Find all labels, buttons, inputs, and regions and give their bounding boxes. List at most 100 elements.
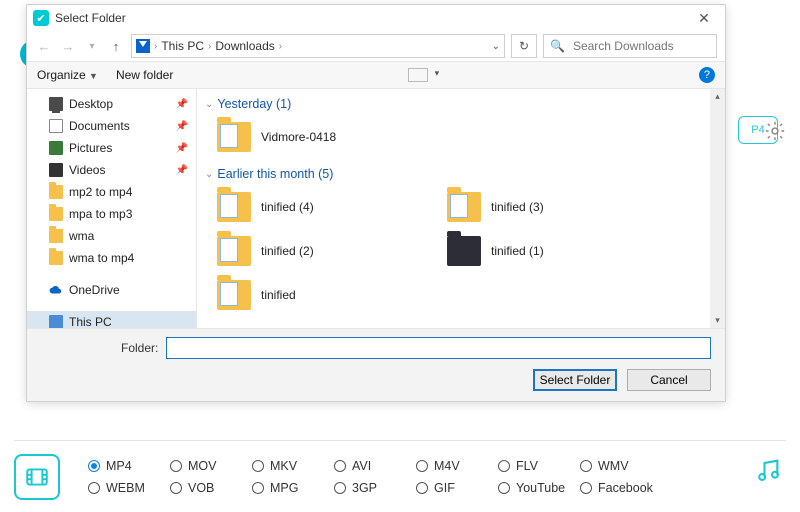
tree-label: mp2 to mp4 <box>69 185 132 199</box>
select-folder-dialog: ✔ Select Folder ✕ ← → ▾ ↑ › This PC › Do… <box>26 4 726 402</box>
video-category-icon[interactable] <box>14 454 60 500</box>
format-option-mkv[interactable]: MKV <box>252 459 334 473</box>
tree-item[interactable]: wma to mp4 <box>27 247 196 269</box>
format-option-mov[interactable]: MOV <box>170 459 252 473</box>
tree-item[interactable]: mpa to mp3 <box>27 203 196 225</box>
format-option-vob[interactable]: VOB <box>170 481 252 495</box>
up-icon[interactable]: ↑ <box>107 37 125 55</box>
scrollbar[interactable]: ▴ ▾ <box>710 89 725 328</box>
refresh-icon[interactable]: ↻ <box>511 34 537 58</box>
format-label: MP4 <box>106 459 132 473</box>
format-label: GIF <box>434 481 455 495</box>
chevron-right-icon[interactable]: › <box>208 41 211 52</box>
folder-label: tinified (2) <box>261 244 314 258</box>
vid-icon <box>49 163 63 177</box>
radio-icon <box>334 482 346 494</box>
tree-item[interactable]: Videos📌 <box>27 159 196 181</box>
tree-item[interactable]: Pictures📌 <box>27 137 196 159</box>
group-header[interactable]: ⌄ Earlier this month (5) <box>203 163 719 185</box>
folder-label: tinified <box>261 288 296 302</box>
folder-icon <box>217 236 251 266</box>
new-folder-button[interactable]: New folder <box>116 68 173 82</box>
tree-label: wma <box>69 229 94 243</box>
folder-icon <box>49 229 63 243</box>
cancel-button[interactable]: Cancel <box>627 369 711 391</box>
folder-item[interactable]: tinified (3) <box>447 187 647 227</box>
format-option-m4v[interactable]: M4V <box>416 459 498 473</box>
radio-icon <box>580 460 592 472</box>
format-option-gif[interactable]: GIF <box>416 481 498 495</box>
pin-icon: 📌 <box>176 99 188 110</box>
tree-label: Pictures <box>69 141 112 155</box>
group-title: Earlier this month (5) <box>217 167 333 181</box>
radio-icon <box>498 460 510 472</box>
mon-icon <box>49 97 63 111</box>
format-option-webm[interactable]: WEBM <box>88 481 170 495</box>
scroll-up-icon[interactable]: ▴ <box>710 89 725 104</box>
folder-input[interactable] <box>166 337 711 359</box>
radio-icon <box>170 482 182 494</box>
folder-item[interactable]: Vidmore-0418 <box>217 117 417 157</box>
format-label: MOV <box>188 459 216 473</box>
view-options-icon[interactable] <box>408 68 428 82</box>
tree-onedrive[interactable]: OneDrive <box>27 279 196 301</box>
breadcrumb-downloads[interactable]: Downloads <box>215 39 274 53</box>
format-label: WMV <box>598 459 629 473</box>
search-box[interactable]: 🔍 <box>543 34 717 58</box>
radio-icon <box>252 482 264 494</box>
tree-label: This PC <box>69 315 112 328</box>
chevron-right-icon[interactable]: › <box>154 41 157 52</box>
radio-icon <box>334 460 346 472</box>
radio-icon <box>88 460 100 472</box>
chevron-down-icon: ⌄ <box>205 99 213 110</box>
help-icon[interactable]: ? <box>699 67 715 83</box>
chevron-down-icon: ⌄ <box>205 169 213 180</box>
dialog-title: Select Folder <box>55 11 126 25</box>
pin-icon: 📌 <box>176 121 188 132</box>
group-header[interactable]: ⌄Yesterday (1) <box>203 93 719 115</box>
format-option-wmv[interactable]: WMV <box>580 459 662 473</box>
organize-menu[interactable]: Organize ▼ <box>37 68 98 82</box>
format-option-facebook[interactable]: Facebook <box>580 481 662 495</box>
back-icon[interactable]: ← <box>35 37 53 55</box>
tree-item[interactable]: mp2 to mp4 <box>27 181 196 203</box>
folder-icon <box>49 251 63 265</box>
folder-item[interactable]: tinified (2) <box>217 231 417 271</box>
recent-locations-icon[interactable]: ▾ <box>83 37 101 55</box>
tree-label: OneDrive <box>69 283 120 297</box>
address-dropdown-icon[interactable]: ⌄ <box>492 41 500 52</box>
format-option-3gp[interactable]: 3GP <box>334 481 416 495</box>
audio-category-icon[interactable] <box>754 456 782 489</box>
format-label: 3GP <box>352 481 377 495</box>
select-folder-button[interactable]: Select Folder <box>533 369 617 391</box>
format-label: Facebook <box>598 481 653 495</box>
folder-icon <box>217 192 251 222</box>
gear-icon[interactable] <box>764 120 786 142</box>
folder-item[interactable]: tinified (1) <box>447 231 647 271</box>
format-label: VOB <box>188 481 214 495</box>
format-label: YouTube <box>516 481 565 495</box>
format-option-mpg[interactable]: MPG <box>252 481 334 495</box>
format-option-youtube[interactable]: YouTube <box>498 481 580 495</box>
chevron-right-icon[interactable]: › <box>279 41 282 52</box>
search-input[interactable] <box>571 38 710 54</box>
format-option-mp4[interactable]: MP4 <box>88 459 170 473</box>
tree-item[interactable]: Desktop📌 <box>27 93 196 115</box>
tree-item[interactable]: Documents📌 <box>27 115 196 137</box>
tree-item[interactable]: wma <box>27 225 196 247</box>
folder-icon <box>49 207 63 221</box>
breadcrumb-this-pc[interactable]: This PC <box>161 39 204 53</box>
folder-icon <box>217 280 251 310</box>
format-option-avi[interactable]: AVI <box>334 459 416 473</box>
format-label: FLV <box>516 459 538 473</box>
format-label: MPG <box>270 481 298 495</box>
folder-item[interactable]: tinified (4) <box>217 187 417 227</box>
address-bar[interactable]: › This PC › Downloads › ⌄ <box>131 34 505 58</box>
scroll-down-icon[interactable]: ▾ <box>710 313 725 328</box>
folder-item[interactable]: tinified <box>217 275 417 315</box>
format-option-flv[interactable]: FLV <box>498 459 580 473</box>
close-icon[interactable]: ✕ <box>689 10 719 27</box>
tree-label: mpa to mp3 <box>69 207 132 221</box>
folder-label: tinified (4) <box>261 200 314 214</box>
tree-this-pc[interactable]: This PC <box>27 311 196 328</box>
